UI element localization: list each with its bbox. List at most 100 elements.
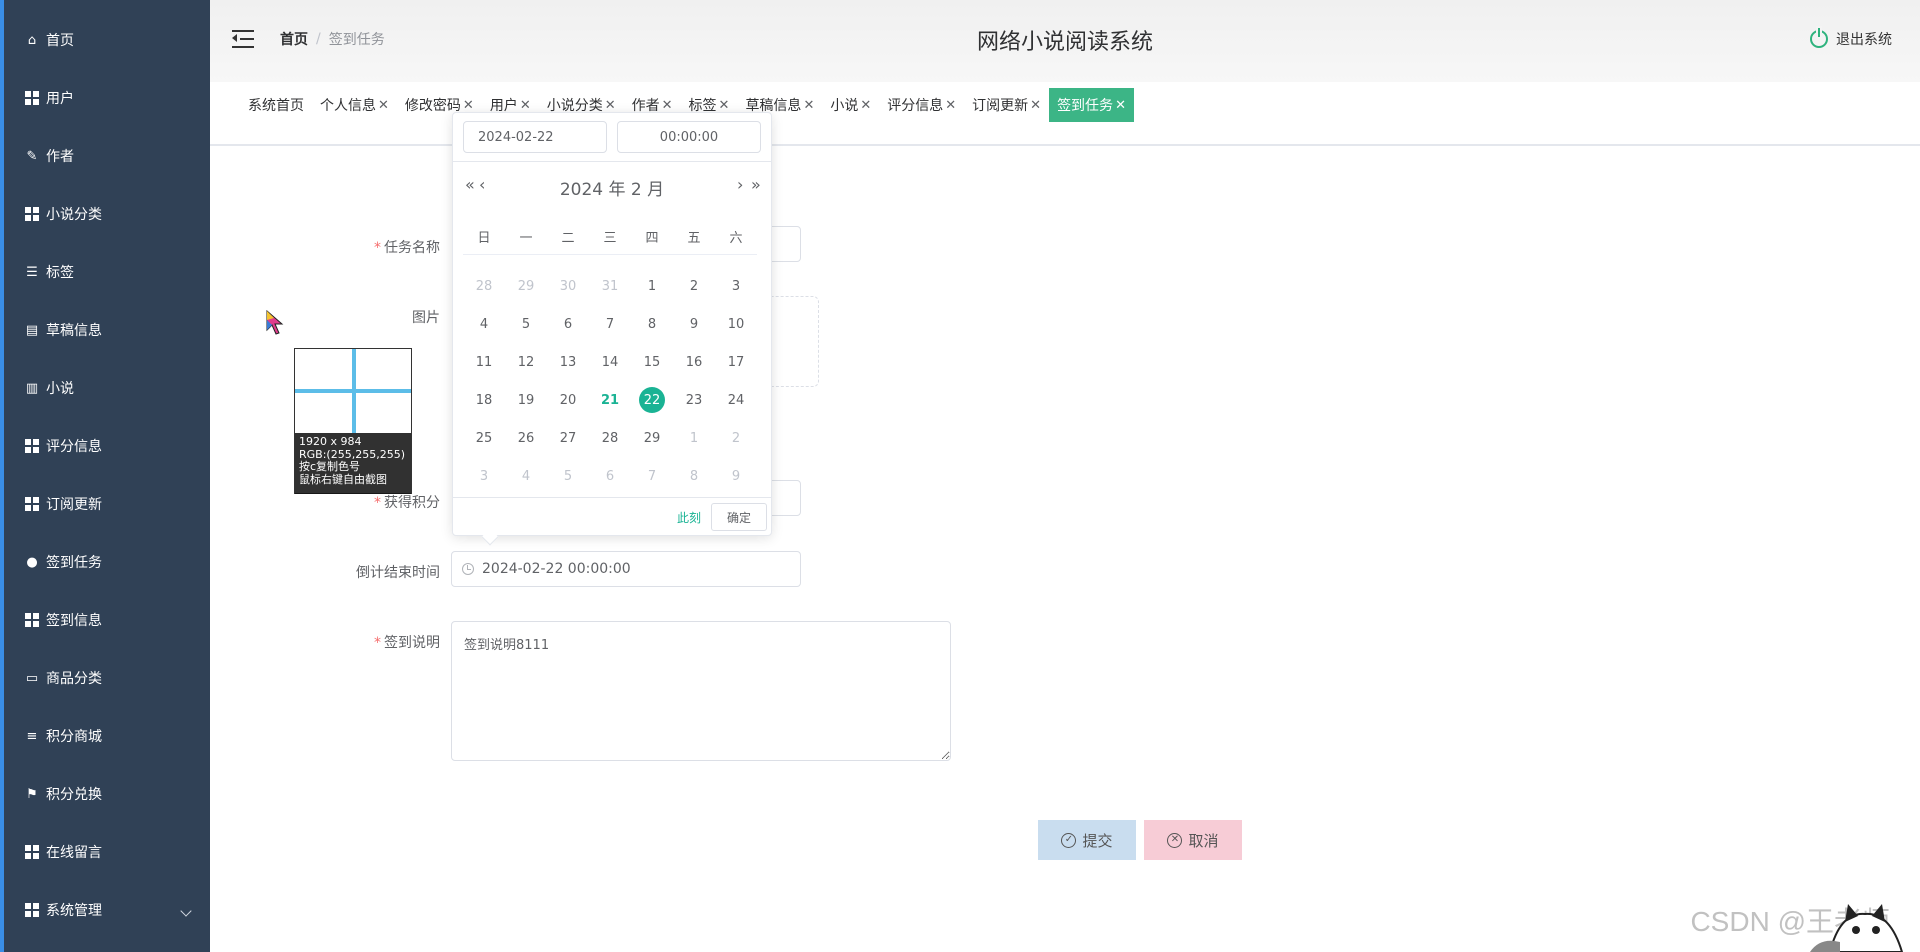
calendar-day[interactable]: 19 bbox=[505, 381, 547, 419]
calendar-day[interactable]: 14 bbox=[589, 343, 631, 381]
calendar-day[interactable]: 7 bbox=[631, 457, 673, 495]
tab-close-icon[interactable]: ✕ bbox=[1030, 98, 1041, 113]
calendar-day[interactable]: 8 bbox=[631, 305, 673, 343]
cancel-button[interactable]: ✕ 取消 bbox=[1144, 820, 1242, 860]
calendar-day[interactable]: 25 bbox=[463, 419, 505, 457]
calendar-day[interactable]: 5 bbox=[505, 305, 547, 343]
picker-year-month[interactable]: 2024 年 2 月 bbox=[453, 175, 771, 200]
picker-ok-button[interactable]: 确定 bbox=[711, 503, 767, 531]
calendar-day[interactable]: 3 bbox=[463, 457, 505, 495]
calendar-day[interactable]: 15 bbox=[631, 343, 673, 381]
tab-item[interactable]: 个人信息 ✕ bbox=[312, 89, 397, 121]
calendar-day[interactable]: 3 bbox=[715, 267, 757, 305]
calendar-day[interactable]: 24 bbox=[715, 381, 757, 419]
sidebar-item[interactable]: 用户 bbox=[24, 83, 194, 113]
calendar-day-number: 25 bbox=[475, 430, 493, 446]
sidebar-item[interactable]: ▭ 商品分类 bbox=[24, 663, 194, 693]
tab-item[interactable]: 签到任务 ✕ bbox=[1049, 88, 1134, 122]
grid-icon bbox=[24, 90, 40, 106]
tab-item[interactable]: 订阅更新 ✕ bbox=[964, 89, 1049, 121]
tab-close-icon[interactable]: ✕ bbox=[463, 98, 474, 113]
tab-close-icon[interactable]: ✕ bbox=[945, 98, 956, 113]
logout-button[interactable]: 退出系统 bbox=[1810, 28, 1892, 49]
calendar-day-number: 6 bbox=[563, 316, 573, 332]
sidebar-item[interactable]: ⚑ 积分兑换 bbox=[24, 779, 194, 809]
tab-close-icon[interactable]: ✕ bbox=[719, 98, 730, 113]
sidebar-item[interactable]: 小说分类 bbox=[24, 199, 194, 229]
next-year-button[interactable]: » bbox=[751, 175, 761, 194]
calendar-day[interactable]: 5 bbox=[547, 457, 589, 495]
sidebar-item[interactable]: ⌂ 首页 bbox=[24, 25, 194, 55]
calendar-day-number: 27 bbox=[559, 430, 577, 446]
next-month-button[interactable]: › bbox=[737, 175, 744, 194]
calendar-day[interactable]: 8 bbox=[673, 457, 715, 495]
calendar-day[interactable]: 20 bbox=[547, 381, 589, 419]
now-link[interactable]: 此刻 bbox=[677, 509, 701, 526]
calendar-day[interactable]: 30 bbox=[547, 267, 589, 305]
calendar-day[interactable]: 6 bbox=[589, 457, 631, 495]
calendar-day[interactable]: 29 bbox=[505, 267, 547, 305]
picker-date-input[interactable]: 2024-02-22 bbox=[463, 121, 607, 153]
tab-close-icon[interactable]: ✕ bbox=[860, 98, 871, 113]
calendar-day[interactable]: 31 bbox=[589, 267, 631, 305]
sidebar-item[interactable]: ✎ 作者 bbox=[24, 141, 194, 171]
calendar-day[interactable]: 6 bbox=[547, 305, 589, 343]
calendar-day[interactable]: 4 bbox=[463, 305, 505, 343]
calendar-day[interactable]: 9 bbox=[673, 305, 715, 343]
calendar-day[interactable]: 28 bbox=[463, 267, 505, 305]
sidebar-item[interactable]: 在线留言 bbox=[24, 837, 194, 867]
desc-textarea[interactable]: 签到说明8111 bbox=[451, 621, 951, 761]
sidebar-item[interactable]: ▥ 小说 bbox=[24, 373, 194, 403]
tab-close-icon[interactable]: ✕ bbox=[803, 98, 814, 113]
chevron-down-icon[interactable] bbox=[180, 905, 192, 917]
calendar-day[interactable]: 7 bbox=[589, 305, 631, 343]
calendar-day[interactable]: 2 bbox=[715, 419, 757, 457]
calendar-day[interactable]: 21 bbox=[589, 381, 631, 419]
calendar-day[interactable]: 17 bbox=[715, 343, 757, 381]
sidebar-item-label: 系统管理 bbox=[46, 903, 102, 919]
grid-icon bbox=[24, 844, 40, 860]
calendar-day[interactable]: 23 bbox=[673, 381, 715, 419]
sidebar-item[interactable]: 评分信息 bbox=[24, 431, 194, 461]
sidebar-item[interactable]: ≡ 积分商城 bbox=[24, 721, 194, 751]
sidebar-item[interactable]: 订阅更新 bbox=[24, 489, 194, 519]
tab-close-icon[interactable]: ✕ bbox=[605, 98, 616, 113]
tab-close-icon[interactable]: ✕ bbox=[520, 98, 531, 113]
sidebar-item[interactable]: 签到信息 bbox=[24, 605, 194, 635]
calendar-day[interactable]: 12 bbox=[505, 343, 547, 381]
tab-close-icon[interactable]: ✕ bbox=[1115, 98, 1126, 113]
calendar-day[interactable]: 26 bbox=[505, 419, 547, 457]
tab-close-icon[interactable]: ✕ bbox=[662, 98, 673, 113]
sidebar: ⌂ 首页用户 ✎ 作者小说分类 ☰ 标签 ▤ 草稿信息 ▥ 小说评分信息订阅更新 ● 签到任务签到信息… bbox=[0, 0, 210, 952]
sidebar-item[interactable]: 系统管理 bbox=[24, 895, 194, 925]
sidebar-item[interactable]: ● 签到任务 bbox=[24, 547, 194, 577]
calendar-day[interactable]: 27 bbox=[547, 419, 589, 457]
calendar-day[interactable]: 10 bbox=[715, 305, 757, 343]
calendar-day[interactable]: 16 bbox=[673, 343, 715, 381]
calendar-day[interactable]: 4 bbox=[505, 457, 547, 495]
tab-item[interactable]: 评分信息 ✕ bbox=[879, 89, 964, 121]
calendar-day-number: 3 bbox=[479, 468, 489, 484]
sidebar-item[interactable]: ☰ 标签 bbox=[24, 257, 194, 287]
sidebar-item[interactable]: ▤ 草稿信息 bbox=[24, 315, 194, 345]
calendar-day[interactable]: 13 bbox=[547, 343, 589, 381]
sidebar-item-label: 小说 bbox=[46, 381, 74, 397]
calendar-day[interactable]: 22 bbox=[631, 381, 673, 419]
picker-time-input[interactable]: 00:00:00 bbox=[617, 121, 761, 153]
tab-item[interactable]: 系统首页 bbox=[240, 89, 312, 121]
calendar-day[interactable]: 2 bbox=[673, 267, 715, 305]
calendar-day[interactable]: 1 bbox=[673, 419, 715, 457]
submit-button[interactable]: ✓ 提交 bbox=[1038, 820, 1136, 860]
calendar-day[interactable]: 29 bbox=[631, 419, 673, 457]
calendar-day[interactable]: 1 bbox=[631, 267, 673, 305]
calendar-day[interactable]: 11 bbox=[463, 343, 505, 381]
magnifier-capture-hint: 鼠标右键自由截图 bbox=[299, 472, 387, 486]
calendar-day[interactable]: 9 bbox=[715, 457, 757, 495]
calendar-day[interactable]: 28 bbox=[589, 419, 631, 457]
tab-close-icon[interactable]: ✕ bbox=[378, 98, 389, 113]
end-time-input[interactable]: 2024-02-22 00:00:00 bbox=[451, 551, 801, 587]
sidebar-item-label: 订阅更新 bbox=[46, 497, 102, 513]
calendar-day[interactable]: 18 bbox=[463, 381, 505, 419]
tab-item[interactable]: 小说 ✕ bbox=[822, 89, 879, 121]
calendar-day-number: 9 bbox=[731, 468, 741, 484]
